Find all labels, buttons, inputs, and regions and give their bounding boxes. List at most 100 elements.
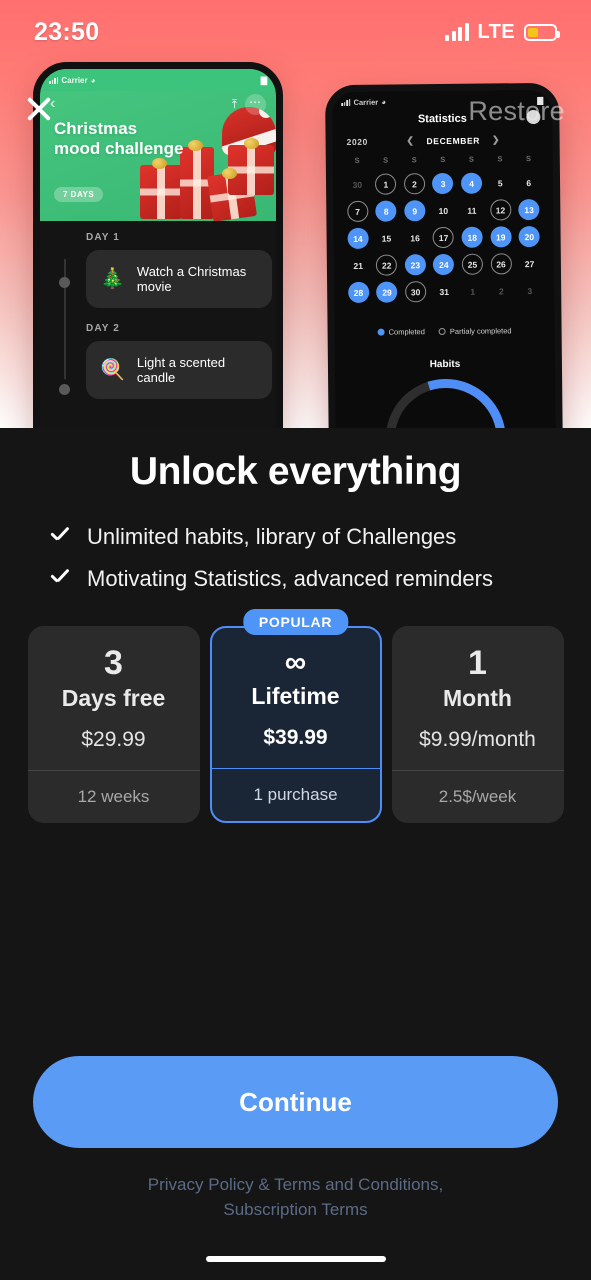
calendar-weekday-header: S: [411, 155, 417, 165]
popular-badge: POPULAR: [242, 609, 349, 635]
calendar-day[interactable]: 1: [375, 173, 397, 195]
calendar-legend: Completed Partialy completed: [335, 326, 555, 337]
calendar-day[interactable]: 6: [518, 172, 539, 193]
calendar-day[interactable]: 25: [461, 253, 484, 275]
more-options-icon[interactable]: ⋯: [245, 93, 266, 115]
wifi-icon: ◕: [90, 75, 96, 85]
subscription-terms-link[interactable]: Subscription Terms: [223, 1200, 367, 1219]
plan-option-monthly[interactable]: 1 Month $9.99/month 2.5$/week: [391, 626, 564, 823]
candy-cane-emoji: 🍭: [100, 359, 125, 381]
infinity-icon: ∞: [284, 646, 307, 679]
plan-footer: 1 purchase: [211, 768, 380, 821]
feature-item: Motivating Statistics, advanced reminder…: [48, 566, 591, 592]
legal-links: Privacy Policy & Terms and Conditions, S…: [0, 1173, 591, 1222]
hero-section: 23:50 LTE Carrier ◕ ▇ ‹ ⤒ ⋯ Christmas mo…: [0, 0, 591, 430]
share-icon[interactable]: ⤒: [232, 98, 237, 110]
calendar-day[interactable]: 22: [376, 254, 398, 276]
restore-button[interactable]: Restore: [468, 96, 565, 127]
calendar-year: 2020: [346, 136, 368, 147]
status-bar-time: 23:50: [34, 17, 100, 46]
task-text: Watch a Christmas movie: [136, 264, 247, 294]
calendar-day[interactable]: 10: [433, 200, 454, 221]
challenge-task-item[interactable]: 🎄 Watch a Christmas movie: [86, 250, 272, 308]
calendar-weekday-header: S: [354, 155, 360, 165]
plan-option-trial[interactable]: 3 Days free $29.99 12 weeks: [27, 626, 200, 823]
habits-progress-gauge: [385, 378, 506, 430]
chevron-left-icon[interactable]: ❮: [406, 135, 414, 146]
calendar-day[interactable]: 2: [403, 173, 426, 195]
calendar-day[interactable]: 31: [434, 281, 455, 302]
calendar-day[interactable]: 20: [518, 225, 540, 248]
calendar-day[interactable]: 28: [347, 281, 370, 304]
calendar-day[interactable]: 1: [462, 281, 483, 302]
calendar-day[interactable]: 16: [404, 227, 425, 248]
calendar-header: 2020 ❮ DECEMBER ❯: [333, 134, 553, 147]
partial-ring-icon: [438, 327, 446, 336]
plan-details: ∞ Lifetime $39.99: [212, 628, 380, 768]
calendar-day[interactable]: 29: [376, 281, 398, 303]
calendar-day[interactable]: 27: [519, 253, 540, 274]
battery-icon: [524, 23, 560, 41]
plan-price: $39.99: [263, 726, 328, 749]
plan-options: 3 Days free $29.99 12 weeks POPULAR ∞ Li…: [0, 609, 591, 823]
calendar-day[interactable]: 12: [489, 199, 512, 221]
challenge-nav-row: ‹ ⤒ ⋯: [40, 91, 276, 117]
calendar-day[interactable]: 30: [347, 174, 368, 195]
calendar-weekday-header: S: [383, 155, 389, 165]
plan-details: 1 Month $9.99/month: [392, 626, 564, 770]
calendar-day[interactable]: 5: [490, 172, 511, 193]
legend-label: Partialy completed: [449, 326, 512, 336]
signal-bars-icon: [49, 76, 59, 84]
wifi-icon: ◕: [381, 97, 387, 107]
cellular-signal-icon: [445, 23, 469, 41]
task-text: Light a scented candle: [136, 355, 226, 385]
calendar-day[interactable]: 23: [404, 254, 426, 276]
calendar-day[interactable]: 21: [348, 255, 369, 276]
calendar-day[interactable]: 17: [432, 226, 455, 249]
chevron-right-icon[interactable]: ❯: [492, 134, 500, 145]
calendar-day[interactable]: 15: [376, 227, 397, 248]
calendar-month-selector: ❮ DECEMBER ❯: [368, 134, 539, 147]
plan-price: $29.99: [81, 728, 146, 751]
phone-battery-icon: ▇: [260, 75, 267, 85]
christmas-tree-emoji: 🎄: [100, 268, 125, 290]
challenge-days-list: DAY 1 🎄 Watch a Christmas movie DAY 2 🍭 …: [40, 221, 276, 430]
challenge-duration-badge: 7 DAYS: [54, 187, 104, 202]
legend-item-completed: Completed: [377, 327, 425, 337]
calendar-day[interactable]: 26: [490, 253, 512, 275]
check-icon: [48, 526, 70, 548]
calendar-day[interactable]: 9: [404, 200, 426, 222]
status-bar-indicators: LTE: [445, 21, 560, 44]
challenge-task-item[interactable]: 🍭 Light a scented candle: [86, 341, 272, 399]
calendar-day[interactable]: 14: [347, 227, 369, 250]
terms-conditions-link[interactable]: Terms and Conditions,: [274, 1175, 443, 1194]
plan-unit: Days free: [61, 685, 166, 711]
plan-option-lifetime[interactable]: POPULAR ∞ Lifetime $39.99 1 purchase: [209, 609, 382, 823]
continue-button[interactable]: Continue: [33, 1056, 558, 1148]
calendar-day[interactable]: 18: [461, 226, 483, 248]
plan-details: 3 Days free $29.99: [28, 626, 200, 770]
day-label: DAY 2: [86, 323, 120, 334]
calendar-day[interactable]: 13: [518, 198, 540, 221]
calendar-day[interactable]: 3: [519, 280, 540, 301]
privacy-policy-link[interactable]: Privacy Policy: [148, 1175, 254, 1194]
calendar-day[interactable]: 19: [490, 226, 512, 248]
plan-unit: Month: [443, 685, 512, 711]
calendar-grid: S S S S S S S 30 1 2 3 4 5 6 7 8 9 10 11 12 13 14 15 16 17 18 19 20…: [343, 154, 545, 304]
feature-text: Motivating Statistics, advanced reminder…: [87, 566, 493, 591]
calendar-day[interactable]: 7: [347, 200, 369, 223]
close-icon[interactable]: [22, 92, 56, 126]
calendar-day[interactable]: 2: [491, 280, 512, 301]
phone-mockup-challenge: Carrier ◕ ▇ ‹ ⤒ ⋯ Christmas mood challen…: [33, 62, 283, 430]
check-icon: [48, 568, 70, 590]
calendar-day[interactable]: 24: [433, 253, 455, 276]
challenge-title: Christmas mood challenge: [54, 119, 184, 158]
calendar-day[interactable]: 4: [461, 172, 483, 194]
plan-price: $9.99/month: [419, 728, 536, 751]
calendar-day[interactable]: 8: [375, 200, 397, 222]
calendar-day[interactable]: 3: [432, 172, 454, 195]
calendar-day[interactable]: 30: [404, 281, 427, 303]
challenge-actions: ⤒ ⋯: [232, 93, 266, 115]
calendar-day[interactable]: 11: [461, 200, 482, 221]
paywall-content: Unlock everything Unlimited habits, libr…: [0, 428, 591, 1280]
